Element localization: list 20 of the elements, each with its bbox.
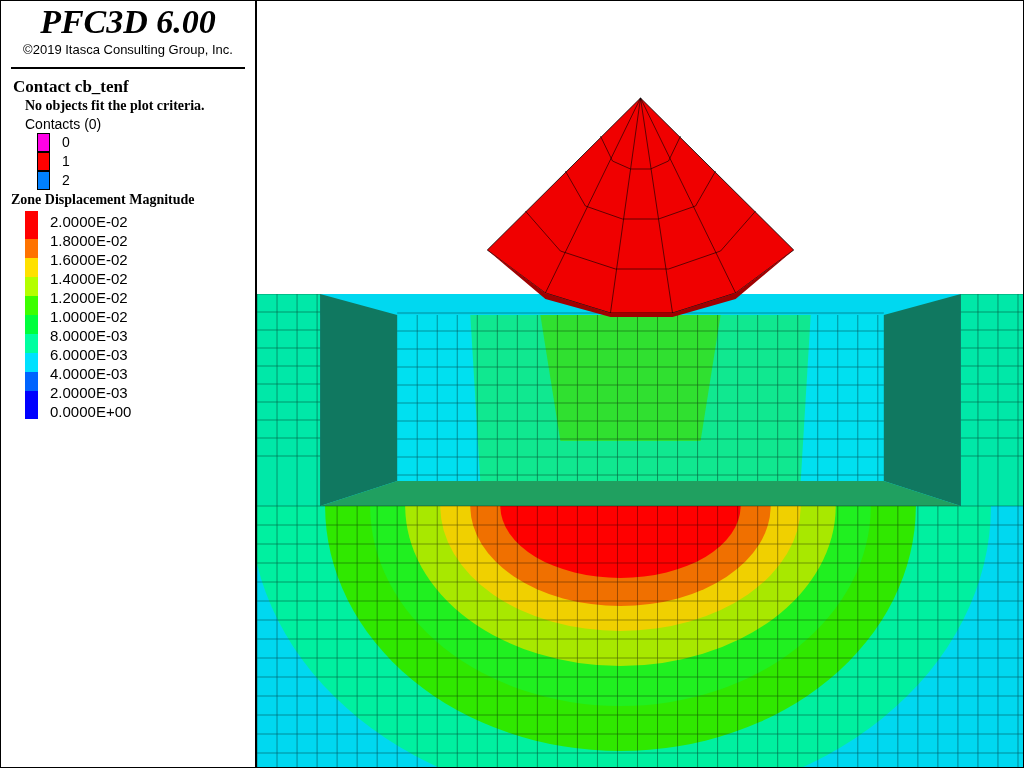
legend-value-label: 6.0000E-03 <box>50 345 129 364</box>
plot-message: No objects fit the plot criteria. <box>25 97 206 115</box>
legend-title: Zone Displacement Magnitude <box>11 191 196 209</box>
plot-title: Contact cb_tenf <box>13 77 130 97</box>
legend-label: 1 <box>62 152 70 171</box>
legend-value-label: 1.0000E-02 <box>50 307 129 326</box>
legend-value-label: 1.8000E-02 <box>50 231 129 250</box>
legend-value-label: 1.4000E-02 <box>50 269 129 288</box>
legend-value-label: 8.0000E-03 <box>50 326 129 345</box>
legend-label: 0 <box>62 133 70 152</box>
legend-value-label: 2.0000E-02 <box>50 212 129 231</box>
legend-value-label: 4.0000E-03 <box>50 364 129 383</box>
legend-value-label: 1.2000E-02 <box>50 288 129 307</box>
legend-subtitle: Contacts (0) <box>25 115 103 133</box>
legend-value-label: 1.6000E-02 <box>50 250 129 269</box>
copyright-text: ©2019 Itasca Consulting Group, Inc. <box>22 41 234 59</box>
legend-value-label: 0.0000E+00 <box>50 402 132 421</box>
app-title: PFC3D 6.00 <box>39 3 217 41</box>
legend-label: 2 <box>62 171 70 190</box>
legend-value-label: 2.0000E-03 <box>50 383 129 402</box>
